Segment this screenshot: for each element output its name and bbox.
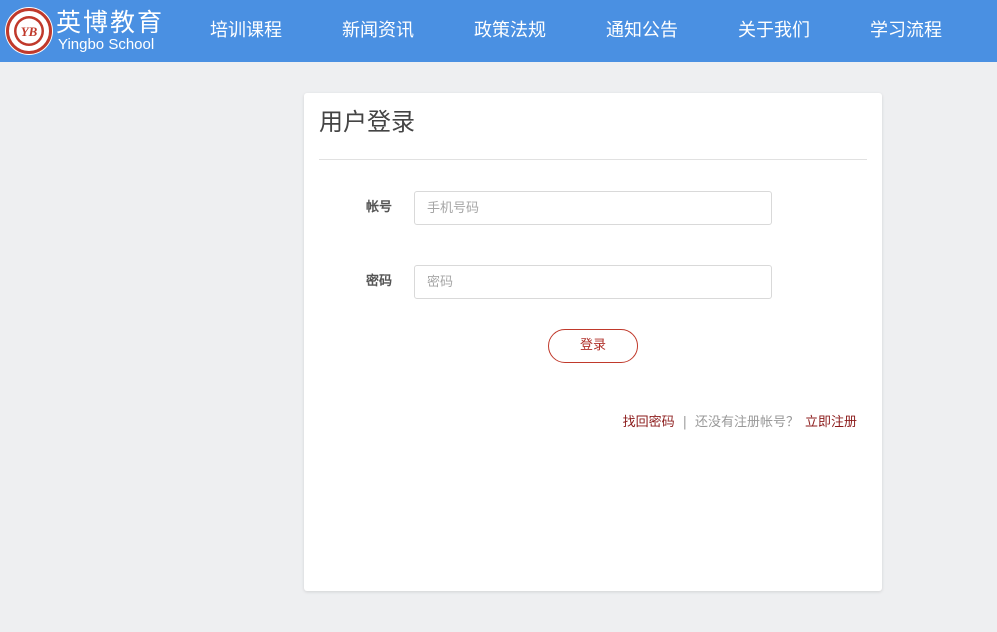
password-label: 密码 <box>366 274 393 289</box>
nav-item-training-courses[interactable]: 培训课程 <box>210 0 282 62</box>
brand-name-cn: 英博教育 <box>56 8 165 37</box>
nav-item-study-process[interactable]: 学习流程 <box>870 0 942 62</box>
yingbo-seal-icon: YB <box>5 7 53 55</box>
nav-item-notices[interactable]: 通知公告 <box>606 0 678 62</box>
account-label: 帐号 <box>366 200 393 215</box>
nav-item-news[interactable]: 新闻资讯 <box>342 0 414 62</box>
password-input[interactable] <box>414 265 772 299</box>
register-link[interactable]: 立即注册 <box>805 415 857 430</box>
login-title: 用户登录 <box>319 108 415 136</box>
login-card: 用户登录 帐号 密码 登录 找回密码 | 还没有注册帐号？ 立即注册 <box>304 93 882 591</box>
account-input[interactable] <box>414 191 772 225</box>
account-links: 找回密码 | 还没有注册帐号？ 立即注册 <box>623 413 857 433</box>
site-logo[interactable]: YB 英博教育 Yingbo School <box>4 6 174 56</box>
forgot-password-link[interactable]: 找回密码 <box>623 415 675 430</box>
no-account-text: 还没有注册帐号？ <box>694 415 799 430</box>
brand-name-en: Yingbo School <box>58 36 155 53</box>
nav-item-about-us[interactable]: 关于我们 <box>738 0 810 62</box>
link-separator: | <box>682 415 687 430</box>
login-button[interactable]: 登录 <box>548 329 638 363</box>
seal-letters: YB <box>21 24 38 39</box>
nav-item-policies[interactable]: 政策法规 <box>474 0 546 62</box>
top-nav-bar: YB 英博教育 Yingbo School 培训课程 新闻资讯 政策法规 通知公… <box>0 0 997 62</box>
title-divider <box>319 159 867 160</box>
